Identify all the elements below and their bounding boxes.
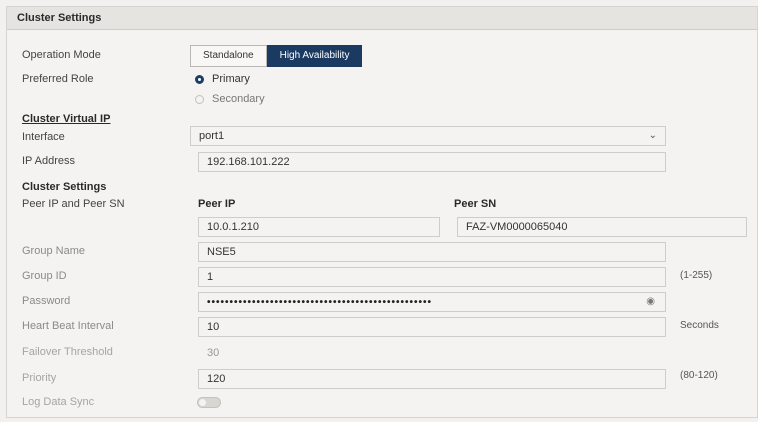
heartbeat-input[interactable]: 10 bbox=[198, 317, 666, 337]
group-name-input[interactable]: NSE5 bbox=[198, 242, 666, 262]
radio-primary-label: Primary bbox=[212, 73, 250, 85]
group-id-hint: (1-255) bbox=[680, 270, 713, 281]
radio-secondary-label: Secondary bbox=[212, 93, 265, 105]
log-sync-toggle[interactable] bbox=[197, 397, 221, 408]
peer-ip-header: Peer IP bbox=[198, 198, 236, 210]
log-sync-label: Log Data Sync bbox=[22, 396, 95, 408]
heartbeat-label: Heart Beat Interval bbox=[22, 320, 114, 332]
toggle-knob bbox=[199, 399, 206, 406]
group-name-label: Group Name bbox=[22, 245, 85, 257]
standalone-button[interactable]: Standalone bbox=[190, 45, 267, 67]
peer-label: Peer IP and Peer SN bbox=[22, 198, 125, 210]
ip-address-label: IP Address bbox=[22, 155, 75, 167]
peer-sn-header: Peer SN bbox=[454, 198, 497, 210]
group-id-input[interactable]: 1 bbox=[198, 267, 666, 287]
panel-header: Cluster Settings bbox=[7, 7, 757, 30]
radio-selected-icon bbox=[195, 74, 204, 84]
operation-mode-label: Operation Mode bbox=[22, 49, 101, 61]
cluster-settings-heading: Cluster Settings bbox=[22, 181, 107, 193]
group-id-label: Group ID bbox=[22, 270, 67, 282]
cluster-virtual-ip-heading: Cluster Virtual IP bbox=[22, 113, 111, 125]
interface-label: Interface bbox=[22, 131, 65, 143]
interface-select[interactable]: port1 ⌄ bbox=[190, 126, 666, 146]
priority-input[interactable]: 120 bbox=[198, 369, 666, 389]
chevron-down-icon: ⌄ bbox=[648, 130, 657, 141]
heartbeat-hint: Seconds bbox=[680, 320, 719, 331]
failover-input[interactable]: 30 bbox=[198, 343, 666, 363]
priority-hint: (80-120) bbox=[680, 370, 718, 381]
radio-secondary[interactable]: Secondary bbox=[195, 93, 265, 105]
radio-unselected-icon bbox=[195, 94, 204, 104]
eye-icon[interactable]: ◉ bbox=[646, 293, 655, 311]
high-availability-button[interactable]: High Availability bbox=[266, 45, 363, 67]
radio-primary[interactable]: Primary bbox=[195, 73, 250, 85]
preferred-role-label: Preferred Role bbox=[22, 73, 94, 85]
failover-label: Failover Threshold bbox=[22, 346, 113, 358]
panel-title: Cluster Settings bbox=[17, 12, 102, 24]
ip-address-input[interactable]: 192.168.101.222 bbox=[198, 152, 666, 172]
peer-ip-input[interactable]: 10.0.1.210 bbox=[198, 217, 440, 237]
password-label: Password bbox=[22, 295, 71, 307]
password-mask: ••••••••••••••••••••••••••••••••••••••••… bbox=[207, 297, 433, 308]
priority-label: Priority bbox=[22, 372, 57, 384]
interface-value: port1 bbox=[199, 130, 225, 142]
operation-mode-toggle: Standalone High Availability bbox=[190, 45, 363, 67]
password-input[interactable]: ••••••••••••••••••••••••••••••••••••••••… bbox=[198, 292, 666, 312]
peer-sn-input[interactable]: FAZ-VM0000065040 bbox=[457, 217, 747, 237]
